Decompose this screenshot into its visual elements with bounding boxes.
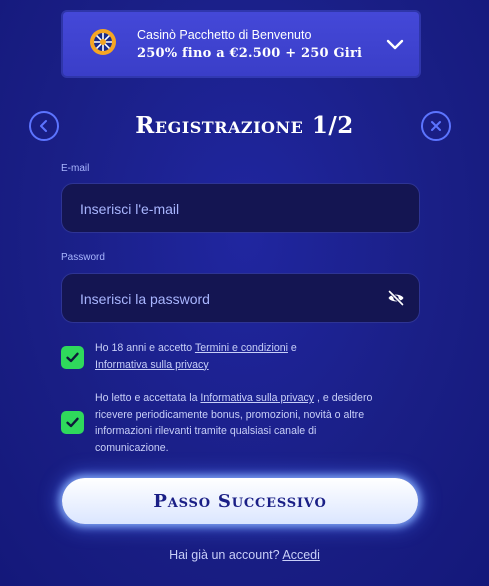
welcome-bonus-banner[interactable]: Casinò Pacchetto di Benvenuto 250% fino …: [63, 12, 419, 76]
password-label: Password: [61, 252, 105, 263]
email-label: E-mail: [61, 163, 90, 174]
next-step-button[interactable]: Passo Successivo: [62, 478, 418, 524]
marketing-checkbox[interactable]: [61, 411, 84, 434]
email-field[interactable]: [61, 183, 420, 234]
close-icon: [431, 121, 441, 131]
login-link[interactable]: Accedi: [282, 548, 320, 562]
terms-link[interactable]: Termini e condizioni: [195, 342, 288, 354]
chevron-down-icon[interactable]: [385, 34, 405, 54]
bonus-offer: 250% fino a €2.500 + 250 Giri: [137, 46, 363, 61]
checkmark-icon: [66, 417, 79, 428]
email-input[interactable]: [78, 184, 382, 234]
terms-consent-text: Ho 18 anni e accetto Termini e condizion…: [95, 340, 385, 373]
terms-checkbox[interactable]: [61, 346, 84, 369]
consent-text-part: Ho 18 anni e accetto: [95, 342, 195, 354]
page-title: Registrazione 1/2: [135, 112, 354, 139]
close-button[interactable]: [421, 111, 451, 141]
marketing-consent-text: Ho letto e accettata la Informativa sull…: [95, 390, 385, 456]
checkmark-icon: [66, 352, 79, 363]
privacy-link[interactable]: Informativa sulla privacy: [95, 359, 209, 371]
consent-text-part: e: [287, 342, 297, 354]
bonus-title: Casinò Pacchetto di Benvenuto: [137, 28, 312, 42]
login-prompt: Hai già un account? Accedi: [0, 548, 489, 562]
privacy-link-2[interactable]: Informativa sulla privacy: [200, 392, 314, 404]
login-prompt-text: Hai già un account?: [169, 548, 280, 562]
password-field[interactable]: [61, 273, 420, 324]
wheel-icon: [90, 29, 116, 55]
consent-text-part: Ho letto e accettata la: [95, 392, 201, 404]
eye-off-icon[interactable]: [387, 289, 405, 307]
password-input[interactable]: [78, 274, 382, 324]
